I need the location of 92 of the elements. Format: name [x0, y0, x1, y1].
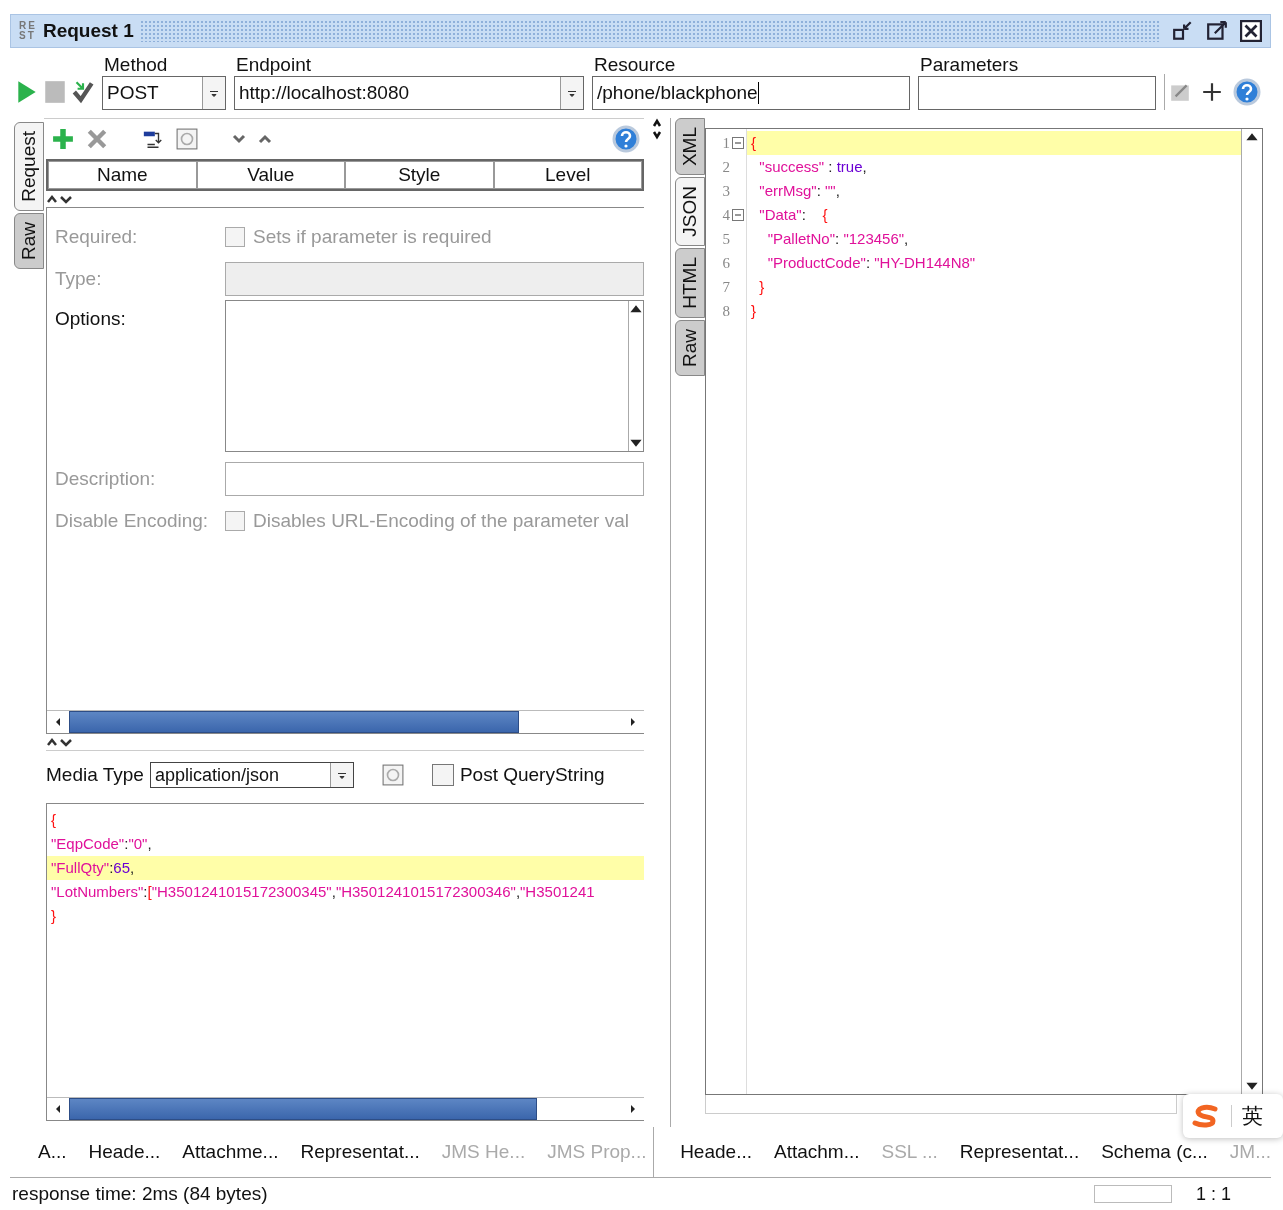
- code-line: "errMsg": "",: [758, 181, 841, 201]
- vertical-tab[interactable]: HTML: [675, 247, 705, 318]
- scrollbar[interactable]: [47, 1097, 644, 1120]
- fold-icon[interactable]: [732, 137, 744, 149]
- code-line: {: [50, 810, 57, 830]
- scroll-left-icon[interactable]: [54, 1104, 62, 1114]
- close-icon[interactable]: [1240, 20, 1262, 42]
- ime-toolbar[interactable]: 英: [1183, 1094, 1283, 1138]
- form-label: Options:: [54, 307, 127, 330]
- tab[interactable]: A...: [38, 1141, 67, 1163]
- maximize-icon[interactable]: [1206, 20, 1228, 42]
- delete-icon[interactable]: [86, 128, 108, 150]
- help-icon[interactable]: [612, 125, 640, 153]
- tab[interactable]: Schema (c...: [1101, 1141, 1208, 1163]
- expand-collapse-icon[interactable]: [46, 193, 74, 205]
- tab[interactable]: Heade...: [88, 1141, 161, 1163]
- play-icon[interactable]: [16, 79, 38, 105]
- window-title: Request 1: [42, 20, 134, 42]
- status-message: response time: 2ms (84 bytes): [11, 1183, 268, 1205]
- input-field[interactable]: [225, 262, 644, 296]
- column-header[interactable]: Level: [493, 161, 642, 189]
- column-header[interactable]: Style: [345, 161, 494, 189]
- scrollbar[interactable]: [47, 710, 644, 733]
- code-line: "ProductCode": "HY-DH144N8": [766, 253, 977, 273]
- endpoint-label: Endpoint: [235, 54, 312, 76]
- line-number: 6: [722, 254, 730, 272]
- ime-logo-icon: [1191, 1104, 1221, 1128]
- restore-icon[interactable]: [1172, 20, 1194, 42]
- method-label: Method: [103, 54, 169, 76]
- code-line: "Data": {: [758, 205, 829, 225]
- chevron-down-icon[interactable]: [232, 134, 246, 144]
- dropdown-icon: [209, 89, 219, 97]
- endpoint-field[interactable]: http://localhost:8080: [234, 76, 584, 110]
- vertical-tab[interactable]: XML: [675, 118, 705, 176]
- code-line: }: [50, 906, 57, 926]
- help-icon[interactable]: [1233, 78, 1261, 106]
- tab[interactable]: Heade...: [680, 1141, 752, 1163]
- line-number: 8: [722, 302, 730, 320]
- column-header[interactable]: Value: [196, 161, 345, 189]
- vertical-tab[interactable]: Raw: [675, 319, 705, 376]
- tab[interactable]: Attachm...: [773, 1141, 860, 1163]
- scrollbar[interactable]: [628, 301, 643, 451]
- checkbox-label: Disables URL-Encoding of the parameter val: [253, 510, 629, 532]
- line-number: 3: [722, 182, 730, 200]
- line-number: 5: [722, 230, 730, 248]
- plus-icon[interactable]: [1201, 81, 1223, 103]
- code-line: "EqpCode":"0",: [50, 834, 153, 854]
- code-line: "PalletNo": "123456",: [766, 229, 910, 249]
- line-number: 2: [722, 158, 730, 176]
- dropdown-icon: [567, 89, 577, 97]
- tab[interactable]: Representat...: [959, 1141, 1080, 1163]
- code-line: }: [758, 277, 766, 297]
- line-number: 4: [722, 206, 730, 224]
- form-label: Description:: [54, 468, 157, 490]
- code-line: "LotNumbers":["H3501241015172300345","H3501241015172300346","H3501241: [50, 882, 596, 902]
- form-label: Type:: [54, 268, 103, 290]
- fold-icon[interactable]: [732, 209, 744, 221]
- method-select[interactable]: POST: [102, 76, 226, 110]
- vertical-tab[interactable]: JSON: [675, 177, 705, 246]
- scrollbar[interactable]: [705, 1095, 1177, 1114]
- tab[interactable]: Representat...: [300, 1141, 420, 1163]
- media-type-select[interactable]: application/json: [149, 762, 354, 788]
- dropdown-icon: [336, 771, 347, 779]
- checkbox-label: Sets if parameter is required: [253, 226, 492, 248]
- check-icon[interactable]: [72, 79, 94, 105]
- logo-icon: RE ST: [19, 21, 37, 41]
- resource-label: Resource: [593, 54, 677, 76]
- form-label: Disable Encoding:: [54, 510, 210, 532]
- line-number: 7: [722, 278, 730, 296]
- checkbox-label: Post QueryString: [459, 764, 605, 786]
- media-type-label: Media Type: [46, 764, 144, 786]
- splitter-arrows-icon[interactable]: [652, 118, 662, 142]
- form-label: Required:: [54, 226, 139, 248]
- code-line: }: [750, 301, 757, 321]
- column-header[interactable]: Name: [48, 161, 197, 189]
- checkbox[interactable]: [431, 764, 454, 786]
- cursor-position: 1 : 1: [1195, 1183, 1231, 1205]
- vertical-tab[interactable]: Raw: [14, 212, 44, 269]
- scroll-left-icon[interactable]: [54, 717, 62, 727]
- parameters-label: Parameters: [919, 54, 1020, 76]
- scroll-right-icon[interactable]: [629, 1104, 637, 1114]
- expand-collapse-icon[interactable]: [46, 736, 74, 748]
- input-mode-label[interactable]: 英: [1242, 1102, 1263, 1130]
- tab[interactable]: Attachme...: [182, 1141, 279, 1163]
- code-line: "success" : true,: [758, 157, 868, 177]
- scroll-right-icon[interactable]: [629, 717, 637, 727]
- chevron-up-icon[interactable]: [258, 134, 272, 144]
- vertical-tab[interactable]: Request: [14, 122, 44, 211]
- resource-field[interactable]: /phone/blackphone: [592, 76, 910, 110]
- input-field[interactable]: [225, 462, 644, 496]
- line-number: 1: [722, 134, 730, 152]
- parameters-field[interactable]: [918, 76, 1156, 110]
